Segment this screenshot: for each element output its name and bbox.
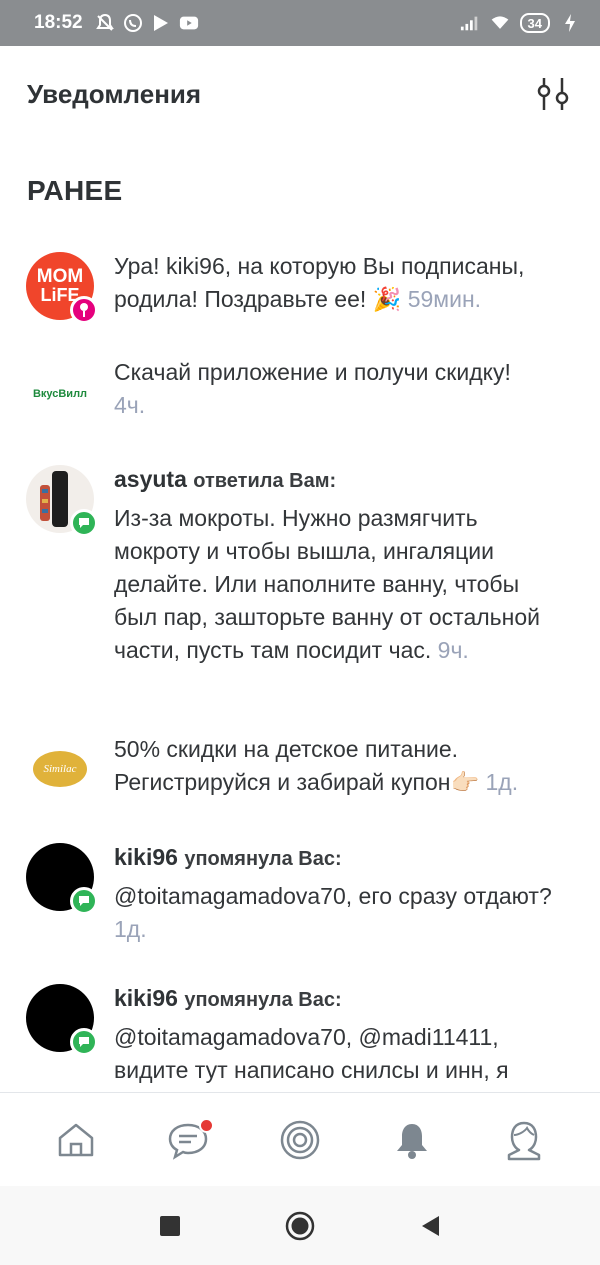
chat-icon[interactable] (158, 1110, 218, 1170)
notification-time: 1д. (114, 916, 147, 942)
status-bar: 18:52 34 (0, 0, 600, 46)
page-title: Уведомления (27, 78, 202, 109)
pin-badge-icon (70, 296, 98, 324)
notification-text: Скачай приложение и получи скидку! 4ч. (114, 359, 511, 418)
notification-item[interactable]: Similac 50% скидки на детское питание. Р… (0, 733, 600, 803)
notification-item[interactable]: asyuta ответила Вам: Из-за мокроты. Нужн… (0, 463, 600, 667)
youtube-icon (179, 13, 199, 33)
system-nav (0, 1186, 600, 1265)
notification-time: 1д. (485, 769, 519, 795)
kiki96-avatar (26, 843, 98, 915)
notification-text: 50% скидки на детское питание. Регистрир… (114, 736, 519, 795)
notification-item[interactable]: kiki96 упомянула Вас: @toitamagamadova70… (0, 841, 600, 946)
notification-time: 9ч. (437, 637, 469, 663)
back-icon[interactable] (410, 1206, 450, 1246)
user-name[interactable]: kiki96 (114, 844, 178, 870)
user-name[interactable]: asyuta (114, 466, 187, 492)
vkusvill-logo: ВкусВилл (26, 360, 94, 428)
filter-sliders-icon[interactable] (533, 74, 573, 114)
profile-icon[interactable] (494, 1110, 554, 1170)
home-icon[interactable] (46, 1110, 106, 1170)
notification-time: 4ч. (114, 392, 146, 418)
notification-item[interactable]: ВкусВилл Скачай приложение и получи скид… (0, 356, 600, 428)
notification-item[interactable]: kiki96 упомянула Вас: @toitamagamadova70… (0, 982, 600, 1092)
bottom-nav (0, 1092, 600, 1186)
notification-text: asyuta ответила Вам: Из-за мокроты. Нужн… (114, 466, 540, 663)
recent-apps-icon[interactable] (150, 1206, 190, 1246)
wifi-icon (490, 13, 510, 33)
notification-action: упомянула Вас: (184, 989, 342, 1011)
user-name[interactable]: kiki96 (114, 985, 178, 1011)
chat-badge-icon (70, 887, 98, 915)
chat-badge-icon (70, 1028, 98, 1056)
home-circle-icon[interactable] (280, 1206, 320, 1246)
signal-icon (460, 13, 480, 33)
notification-item[interactable]: MOM LiFE Ура! kiki96, на которую Вы подп… (0, 250, 600, 324)
notification-time: 59мин. (407, 286, 482, 312)
unread-dot (199, 1117, 214, 1133)
asyuta-photo (26, 465, 98, 537)
similac-logo: Similac (26, 735, 94, 803)
notification-action: ответила Вам: (193, 470, 337, 492)
section-title: РАНЕЕ (27, 175, 123, 206)
status-time: 18:52 (34, 12, 83, 33)
chat-badge-icon (70, 509, 98, 537)
header: Уведомления (0, 46, 600, 142)
play-icon (151, 13, 171, 33)
notification-action: упомянула Вас: (184, 848, 342, 870)
momlife-logo: MOM LiFE (26, 252, 98, 324)
kiki96-avatar (26, 984, 98, 1056)
do-not-disturb-icon (95, 13, 115, 33)
whatsapp-icon (123, 13, 143, 33)
battery-icon: 34 (519, 13, 550, 33)
notification-text: kiki96 упомянула Вас: @toitamagamadova70… (114, 844, 552, 942)
notification-text: kiki96 упомянула Вас: @toitamagamadova70… (114, 985, 509, 1083)
notification-text: Ура! kiki96, на которую Вы подписаны, ро… (114, 253, 525, 312)
target-icon[interactable] (270, 1110, 330, 1170)
charging-icon (560, 13, 580, 33)
bell-icon[interactable] (382, 1110, 442, 1170)
